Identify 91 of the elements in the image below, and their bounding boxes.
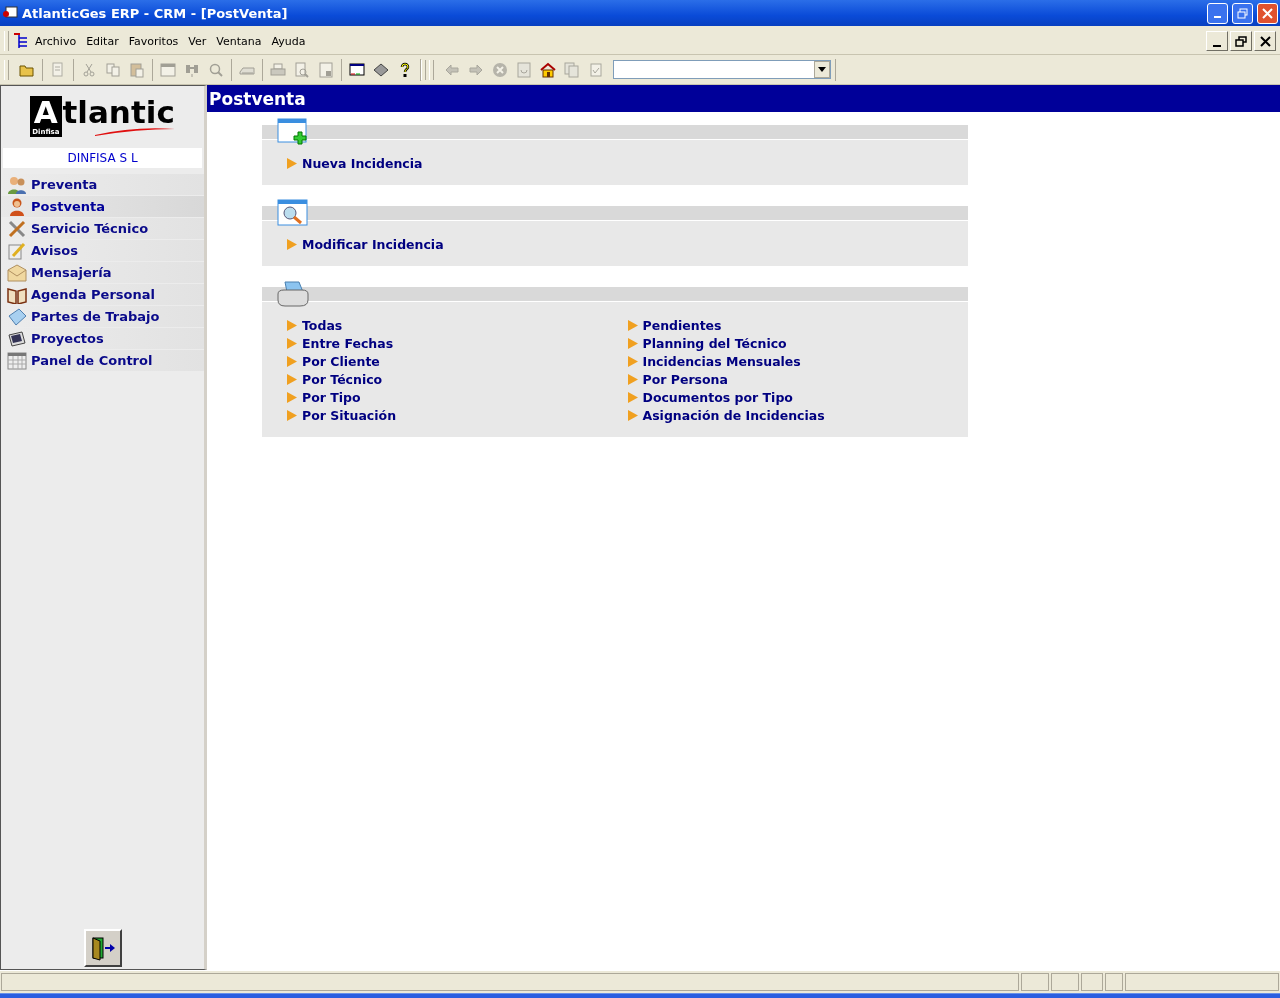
page-search-icon — [294, 61, 310, 78]
sidebar-item-label: Panel de Control — [31, 353, 153, 368]
triangle-icon — [287, 374, 297, 385]
home-icon — [540, 61, 556, 78]
sidebar-item-label: Agenda Personal — [31, 287, 155, 302]
menu-link[interactable]: Entre Fechas — [287, 336, 394, 351]
menu-item[interactable]: Ayuda — [266, 34, 311, 48]
menu-link[interactable]: Nueva Incidencia — [287, 156, 423, 171]
menu-item[interactable]: Ver — [183, 34, 212, 48]
triangle-icon — [627, 320, 638, 331]
sidebar-item-label: Avisos — [31, 243, 78, 258]
menu-link[interactable]: Incidencias Mensuales — [627, 354, 801, 369]
menu-link[interactable]: Por Persona — [627, 372, 728, 387]
triangle-icon — [287, 392, 297, 403]
refresh-icon — [516, 61, 532, 78]
triangle-icon — [627, 356, 638, 367]
menu-item[interactable]: Editar — [81, 34, 124, 48]
close-icon — [1259, 35, 1271, 47]
window-icon — [160, 61, 176, 78]
triangle-icon — [627, 374, 638, 385]
book-icon — [7, 285, 27, 304]
sidebar-item-label: Mensajería — [31, 265, 112, 280]
envelope-icon — [7, 263, 27, 282]
dropdown-arrow-button[interactable] — [814, 61, 830, 78]
sidebar-item-label: Partes de Trabajo — [31, 309, 160, 324]
company-name: DINFISA S L — [3, 148, 202, 168]
clipboard-icon — [129, 61, 145, 78]
sidebar-item-label: Servicio Técnico — [31, 221, 149, 236]
caret-icon — [818, 67, 826, 72]
menu-link[interactable]: Por Tipo — [287, 390, 361, 405]
minimize-icon — [1214, 16, 1221, 18]
minimize-icon — [1213, 45, 1221, 47]
menu-item[interactable]: Favoritos — [123, 34, 184, 48]
menu-link[interactable]: Todas — [287, 318, 343, 333]
triangle-icon — [627, 410, 638, 421]
tree-icon — [12, 32, 30, 50]
sidebar-item-label: Postventa — [31, 199, 105, 214]
menu-link[interactable]: Documentos por Tipo — [627, 390, 793, 405]
monitor-icon — [7, 329, 27, 348]
scissors-icon — [81, 61, 97, 78]
triangle-icon — [287, 239, 297, 250]
monitor-icon — [349, 61, 365, 78]
menu-item[interactable]: Archivo — [30, 34, 82, 48]
menu-link[interactable]: Asignación de Incidencias — [627, 408, 825, 423]
people-icon — [7, 175, 27, 194]
menu-link[interactable]: Por Técnico — [287, 372, 383, 387]
menu-link[interactable]: Pendientes — [627, 318, 722, 333]
tag-icon — [373, 61, 389, 78]
menu-link[interactable]: Por Situación — [287, 408, 397, 423]
triangle-icon — [627, 338, 638, 349]
checked-page-icon — [588, 61, 604, 78]
documents-icon — [564, 61, 580, 78]
close-button[interactable] — [1254, 31, 1276, 51]
close-icon — [1262, 7, 1273, 19]
restore-icon — [1235, 35, 1247, 47]
menu-link[interactable]: Planning del Técnico — [627, 336, 787, 351]
sidebar-item[interactable]: Postventa — [1, 196, 204, 217]
copy-icon — [105, 61, 121, 78]
window-search-icon — [277, 199, 309, 227]
triangle-icon — [287, 410, 297, 421]
sidebar-item-label: Preventa — [31, 177, 98, 192]
restore-button[interactable] — [1230, 31, 1252, 51]
restore-icon — [1237, 7, 1248, 19]
triangle-icon — [627, 392, 638, 403]
menu-link[interactable]: Modificar Incidencia — [287, 237, 444, 252]
app-icon — [2, 6, 18, 20]
sidebar-item-label: Proyectos — [31, 331, 104, 346]
person-icon — [7, 197, 27, 216]
tools-icon — [7, 219, 27, 238]
search-icon — [208, 61, 224, 78]
paper-icon — [7, 307, 27, 326]
menu-item[interactable]: Ventana — [211, 34, 267, 48]
triangle-icon — [287, 320, 297, 331]
triangle-icon — [287, 338, 297, 349]
page-icon — [318, 61, 334, 78]
exit-button[interactable] — [83, 929, 122, 967]
logo-initial: A — [33, 95, 58, 128]
document-icon — [50, 61, 66, 78]
minimize-button[interactable] — [1206, 31, 1228, 51]
menu-link[interactable]: Por Cliente — [287, 354, 380, 369]
calendar-icon — [7, 351, 27, 370]
new-window-icon — [277, 118, 309, 146]
door-icon — [89, 935, 116, 961]
page-header: Postventa — [207, 85, 1280, 112]
window-title: AtlanticGes ERP - CRM - [PostVenta] — [22, 5, 289, 21]
stop-icon — [492, 61, 508, 78]
pencil-icon — [7, 241, 27, 260]
logo-text: tlantic — [62, 95, 175, 128]
triangle-icon — [287, 158, 297, 169]
triangle-icon — [287, 356, 297, 367]
printer-icon — [270, 61, 286, 78]
